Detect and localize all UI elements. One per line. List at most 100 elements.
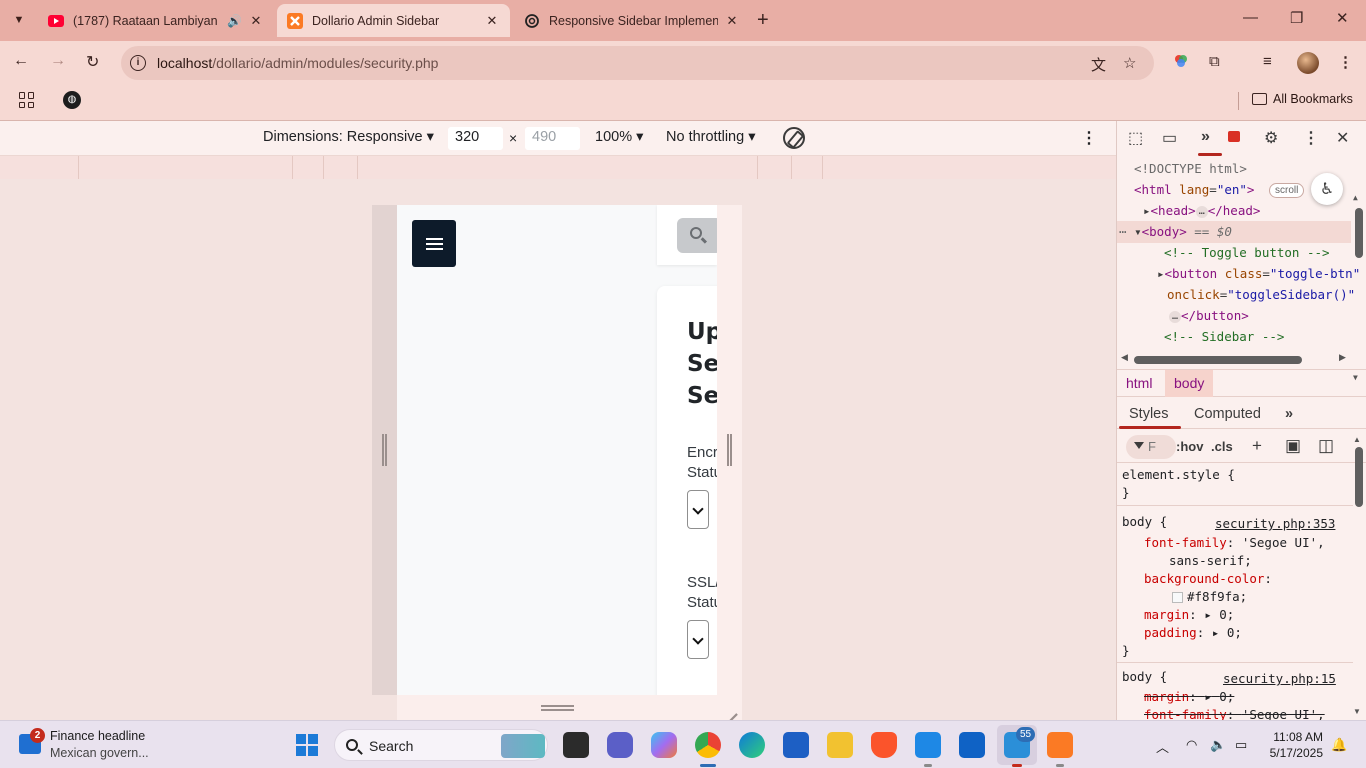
chrome-icon[interactable] bbox=[695, 732, 721, 758]
overridden-property[interactable]: margin: ▸ 0; bbox=[1144, 689, 1234, 704]
notification-bell-icon[interactable]: 🔔 bbox=[1331, 737, 1347, 753]
scroll-right-icon[interactable]: ▶ bbox=[1339, 352, 1346, 363]
more-tabs-chevron-icon[interactable]: » bbox=[1201, 128, 1210, 146]
show-hidden-icons-chevron-icon[interactable]: ︿ bbox=[1156, 737, 1169, 756]
comment-node[interactable]: <!-- Toggle button --> bbox=[1164, 245, 1330, 260]
device-toggle-icon[interactable]: ▭ bbox=[1162, 128, 1177, 148]
tree-horizontal-scrollbar[interactable] bbox=[1134, 356, 1302, 364]
color-extension-icon[interactable] bbox=[1173, 53, 1189, 73]
wifi-icon[interactable]: ◠ bbox=[1186, 737, 1197, 753]
more-options-icon[interactable]: ⋮ bbox=[1081, 128, 1097, 148]
hover-state-toggle[interactable]: :hov bbox=[1176, 439, 1203, 454]
apps-grid-icon[interactable] bbox=[19, 92, 35, 108]
add-rule-icon[interactable]: + bbox=[1252, 436, 1262, 456]
media-controls-icon[interactable]: ≡ bbox=[1263, 53, 1272, 70]
head-node[interactable]: ▸<head>… </head> bbox=[1143, 203, 1260, 218]
tree-vertical-scrollbar[interactable] bbox=[1355, 208, 1363, 258]
taskbar-search[interactable]: Search bbox=[334, 729, 548, 761]
body-rule-selector[interactable]: body { bbox=[1122, 669, 1167, 684]
button-close-line[interactable]: … </button> bbox=[1169, 308, 1249, 323]
all-bookmarks-button[interactable]: All Bookmarks bbox=[1252, 92, 1353, 106]
ellipsis-badge[interactable]: … bbox=[1195, 205, 1208, 218]
site-info-icon[interactable]: i bbox=[130, 55, 146, 71]
close-devtools-icon[interactable]: ✕ bbox=[1336, 128, 1349, 148]
devtools-menu-icon[interactable]: ⋮ bbox=[1303, 128, 1319, 148]
vscode-icon[interactable] bbox=[915, 732, 941, 758]
resize-handle-right[interactable] bbox=[727, 434, 732, 466]
file-explorer-icon[interactable] bbox=[827, 732, 853, 758]
element-style-selector[interactable]: element.style { bbox=[1122, 467, 1235, 482]
volume-icon[interactable]: 🔈 bbox=[1210, 737, 1226, 753]
scroll-up-icon[interactable]: ▲ bbox=[1353, 193, 1358, 202]
resize-handle-left[interactable] bbox=[382, 434, 387, 466]
css-property[interactable]: margin: ▸ 0; bbox=[1144, 607, 1234, 622]
dimensions-dropdown[interactable]: Dimensions: Responsive ▾ bbox=[263, 129, 434, 145]
scroll-up-icon[interactable]: ▲ bbox=[1353, 435, 1361, 444]
styles-vertical-scrollbar[interactable] bbox=[1355, 447, 1363, 507]
battery-icon[interactable]: ▭ bbox=[1235, 737, 1247, 753]
source-link[interactable]: security.php:15 bbox=[1223, 671, 1336, 686]
collapse-triangle-icon[interactable]: ▾ bbox=[1134, 224, 1142, 239]
store-icon[interactable] bbox=[783, 732, 809, 758]
globe-icon[interactable]: ◍ bbox=[63, 91, 81, 109]
more-tabs-chevron-icon[interactable]: » bbox=[1285, 406, 1293, 422]
node-ellipsis-icon[interactable]: ⋯ bbox=[1119, 224, 1127, 239]
bookmark-star-icon[interactable]: ☆ bbox=[1123, 54, 1136, 72]
expand-triangle-icon[interactable]: ▸ bbox=[1157, 266, 1165, 281]
ssl-status-select[interactable] bbox=[687, 620, 709, 659]
outlook-icon[interactable] bbox=[959, 732, 985, 758]
edge-icon[interactable] bbox=[739, 732, 765, 758]
ellipsis-badge[interactable]: … bbox=[1169, 310, 1182, 323]
encryption-status-select[interactable] bbox=[687, 490, 709, 529]
tab-computed[interactable]: Computed bbox=[1194, 406, 1261, 422]
back-icon[interactable]: ← bbox=[13, 52, 29, 70]
close-tab-icon[interactable]: ✕ bbox=[724, 13, 740, 29]
html-node[interactable]: <html lang="en"> bbox=[1134, 182, 1254, 197]
scroll-left-icon[interactable]: ◀ bbox=[1121, 352, 1128, 363]
resize-handle-bottom[interactable] bbox=[541, 705, 574, 711]
css-property[interactable]: padding: ▸ 0; bbox=[1144, 625, 1242, 640]
news-subtitle[interactable]: Mexican govern... bbox=[50, 746, 149, 760]
tab-styles[interactable]: Styles bbox=[1129, 406, 1169, 422]
css-property[interactable]: background-color: bbox=[1144, 571, 1272, 586]
minimize-icon[interactable]: — bbox=[1243, 9, 1258, 26]
width-input[interactable]: 320 bbox=[448, 127, 503, 150]
xampp-icon[interactable] bbox=[1047, 732, 1073, 758]
breadcrumb-html[interactable]: html bbox=[1117, 370, 1161, 397]
windows-start-icon[interactable] bbox=[296, 734, 318, 756]
tab-chatgpt[interactable]: Responsive Sidebar Implementa ✕ bbox=[514, 4, 750, 37]
sidebar-toggle-button[interactable] bbox=[412, 220, 456, 267]
browser-menu-icon[interactable]: ⋮ bbox=[1338, 53, 1353, 71]
translate-icon[interactable]: 文 bbox=[1091, 54, 1106, 75]
css-property[interactable]: font-family: 'Segoe UI', bbox=[1144, 535, 1325, 550]
button-node[interactable]: ▸<button class="toggle-btn" bbox=[1157, 266, 1360, 281]
scroll-badge[interactable]: scroll bbox=[1269, 183, 1305, 198]
button-onclick-line[interactable]: onclick="toggleSidebar()" bbox=[1167, 287, 1355, 302]
close-window-icon[interactable]: ✕ bbox=[1336, 9, 1349, 27]
expand-triangle-icon[interactable]: ▸ bbox=[1204, 607, 1212, 622]
forward-icon[interactable]: → bbox=[50, 52, 66, 70]
expand-triangle-icon[interactable]: ▸ bbox=[1212, 625, 1220, 640]
clock[interactable]: 11:08 AM 5/17/2025 bbox=[1265, 729, 1323, 761]
news-headline[interactable]: Finance headline bbox=[50, 729, 145, 743]
speaker-icon[interactable]: 🔊 bbox=[227, 14, 242, 28]
media-query-bar[interactable] bbox=[0, 156, 1116, 179]
tab-dollario-admin[interactable]: Dollario Admin Sidebar ✕ bbox=[277, 4, 510, 37]
inspect-element-icon[interactable]: ⬚ bbox=[1128, 128, 1143, 148]
scroll-down-icon[interactable]: ▼ bbox=[1353, 707, 1361, 716]
source-link[interactable]: security.php:353 bbox=[1215, 516, 1335, 531]
paint-brush-icon[interactable]: ▣ bbox=[1285, 436, 1301, 456]
maximize-icon[interactable]: ❐ bbox=[1290, 9, 1303, 27]
search-button[interactable] bbox=[677, 218, 717, 253]
toggle-sidebar-icon[interactable]: ◫ bbox=[1318, 436, 1334, 456]
brave-icon[interactable] bbox=[871, 732, 897, 758]
new-tab-icon[interactable]: + bbox=[757, 9, 769, 32]
expand-triangle-icon[interactable]: ▸ bbox=[1143, 203, 1151, 218]
expand-triangle-icon[interactable]: ▸ bbox=[1204, 689, 1212, 704]
body-rule-selector[interactable]: body { bbox=[1122, 514, 1167, 529]
extensions-puzzle-icon[interactable]: ⧉ bbox=[1209, 53, 1220, 70]
close-tab-icon[interactable]: ✕ bbox=[484, 13, 500, 29]
tab-search-chevron-icon[interactable]: ▼ bbox=[6, 7, 32, 33]
accessibility-icon[interactable]: ♿ bbox=[1311, 173, 1343, 205]
address-bar[interactable]: i localhost/dollario/admin/modules/secur… bbox=[121, 46, 1154, 80]
